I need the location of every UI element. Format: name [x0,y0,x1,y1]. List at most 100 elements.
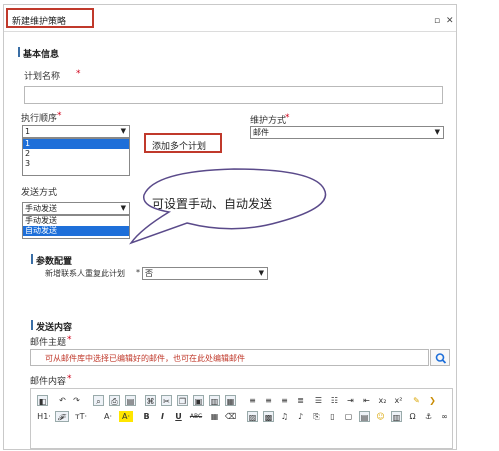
special-char-icon[interactable]: Ω [407,411,418,422]
indent-icon[interactable]: ⇥ [345,395,356,406]
order-label: 执行顺序 [21,114,58,124]
send-select-value: 手动发送 [25,204,57,213]
send-option[interactable]: 自动发送 [23,226,129,236]
section-params-title: 参数配置 [36,257,73,267]
cut-icon[interactable]: ✂ [161,395,172,406]
strategy-dialog: 新建维护策略 ▫ ✕ 基本信息 计划名称 * 执行顺序 * 1 ▼ 1 2 3 … [3,4,457,450]
paste-icon[interactable]: ▣ [193,395,204,406]
chevron-down-icon: ▼ [120,204,126,212]
send-select[interactable]: 手动发送 ▼ [22,202,130,215]
maintain-select-value: 邮件 [253,128,269,137]
repeat-select[interactable]: 否 ▼ [142,267,268,280]
plan-name-required: * [76,69,81,79]
chevron-down-icon: ▼ [258,269,264,277]
body-label: 邮件内容 [30,377,67,387]
section-bar-params [31,254,33,264]
dialog-title: 新建维护策略 [12,17,67,27]
media-icon[interactable]: ♫ [279,411,290,422]
dialog-titlebar: 新建维护策略 ▫ ✕ [4,5,456,32]
section-content-title: 发送内容 [36,323,73,333]
maintain-select[interactable]: 邮件 ▼ [250,126,444,139]
ordered-list-icon[interactable]: ☰ [313,395,324,406]
highlight-color-button[interactable]: A· [119,411,133,422]
hr-icon[interactable]: ▯ [327,411,338,422]
subject-required: * [67,335,72,345]
print-icon[interactable]: ⎙ [109,395,120,406]
subject-value: 可从邮件库中选择已编辑好的邮件，也可在此处编辑邮件 [45,354,245,363]
chevron-down-icon: ▼ [434,128,440,136]
search-icon [435,353,447,364]
bold-button[interactable]: B [141,411,152,422]
send-label: 发送方式 [21,188,58,198]
maintain-required: * [285,113,290,123]
code-icon[interactable]: ⌘ [145,395,156,406]
clear-format-icon[interactable]: ⌫ [225,411,236,422]
copy-icon[interactable]: ❐ [177,395,188,406]
eraser-icon[interactable]: ❯ [427,395,438,406]
undo-icon[interactable]: ↶ [57,395,68,406]
audio-icon[interactable]: ♪ [295,411,306,422]
repeat-select-value: 否 [145,269,153,278]
italic-button[interactable]: I [157,411,168,422]
subscript-icon[interactable]: x₂ [377,395,388,406]
section-bar-content [31,320,33,330]
multi-plan-callout: 添加多个计划 [144,133,222,153]
section-bar-basic [18,47,20,57]
superscript-icon[interactable]: x² [393,395,404,406]
format-brush-icon[interactable]: ✎ [411,395,422,406]
font-color-button[interactable]: A· [101,411,115,422]
subject-label: 邮件主题 [30,338,67,348]
bubble-text: 可设置手动、自动发送 [152,197,273,211]
attachment-icon[interactable]: ⎘ [311,411,322,422]
maximize-icon[interactable]: ▫ [434,16,440,26]
code-block-icon[interactable]: ▤ [359,411,370,422]
send-option[interactable]: 手动发送 [23,216,129,226]
repeat-label: 新增联系人重复此计划 [45,269,125,278]
heading-button[interactable]: H1· [35,411,53,422]
table-icon[interactable]: ▦ [209,411,220,422]
close-icon[interactable]: ✕ [446,16,454,26]
subject-input[interactable]: 可从邮件库中选择已编辑好的邮件，也可在此处编辑邮件 [30,349,429,366]
page-break-icon[interactable]: ▥ [391,411,402,422]
align-left-icon[interactable]: ≡ [247,395,258,406]
order-dropdown: 1 2 3 [22,138,130,176]
preview-icon[interactable]: ⌕ [93,395,104,406]
subject-search-button[interactable] [430,349,450,366]
section-basic-title: 基本信息 [23,50,60,60]
align-justify-icon[interactable]: ≣ [295,395,306,406]
link-icon[interactable]: ∞ [439,411,450,422]
plan-name-label: 计划名称 [24,72,61,82]
flash-icon[interactable]: ▩ [263,411,274,422]
font-size-button[interactable]: тT· [73,411,89,422]
align-center-icon[interactable]: ≡ [263,395,274,406]
underline-button[interactable]: U [173,411,184,422]
strikethrough-button[interactable]: ABC [189,411,203,422]
maintain-label: 维护方式 [250,116,287,126]
body-editor[interactable]: ◧ ↶ ↷ ⌕ ⎙ ▤ ⌘ ✂ ❐ ▣ ▥ ▦ ≡ ≡ ≡ ≣ ☰ ☷ ⇥ ⇤ … [30,388,453,449]
align-right-icon[interactable]: ≡ [279,395,290,406]
paste-text-icon[interactable]: ▥ [209,395,220,406]
outdent-icon[interactable]: ⇤ [361,395,372,406]
body-required: * [67,374,72,384]
order-select[interactable]: 1 ▼ [22,125,130,138]
order-option[interactable]: 2 [23,149,129,159]
order-option[interactable]: 1 [23,139,129,149]
plan-name-input[interactable] [24,86,443,104]
order-required: * [57,111,62,121]
order-option[interactable]: 3 [23,159,129,169]
image-icon[interactable]: ▨ [247,411,258,422]
order-select-value: 1 [25,127,31,136]
template-icon[interactable]: ▤ [125,395,136,406]
map-icon[interactable]: ▢ [343,411,354,422]
emoticon-icon[interactable]: ☺ [375,411,386,422]
redo-icon[interactable]: ↷ [71,395,82,406]
font-family-button[interactable]: 𝓕· [55,411,69,422]
multi-plan-callout-text: 添加多个计划 [152,142,207,152]
paste-word-icon[interactable]: ▦ [225,395,236,406]
repeat-required: * [136,268,140,277]
source-icon[interactable]: ◧ [37,395,48,406]
chevron-down-icon: ▼ [120,127,126,135]
send-dropdown: 手动发送 自动发送 [22,215,130,239]
anchor-icon[interactable]: ⚓ [423,411,434,422]
unordered-list-icon[interactable]: ☷ [329,395,340,406]
